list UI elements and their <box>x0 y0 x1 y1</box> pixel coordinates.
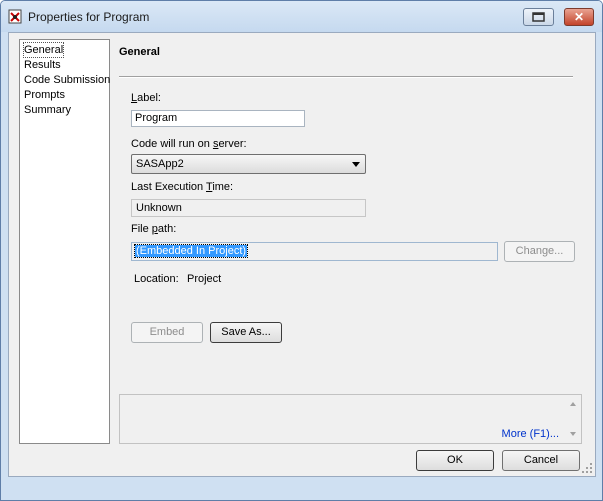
chevron-down-icon <box>352 162 360 167</box>
restore-icon <box>532 12 545 22</box>
sidebar-item-code-submission[interactable]: Code Submission <box>24 73 110 87</box>
location-label: Location: <box>134 273 179 285</box>
scroll-up-icon[interactable] <box>570 402 576 406</box>
sidebar-nav: General Results Code Submission Prompts … <box>19 39 110 444</box>
dialog-body: General Results Code Submission Prompts … <box>8 32 596 477</box>
server-select[interactable]: SASApp2 <box>131 154 366 174</box>
server-label: Code will run on server: <box>131 138 247 150</box>
change-button[interactable]: Change... <box>504 241 575 262</box>
properties-dialog: Properties for Program ✕ General Results… <box>0 0 603 501</box>
last-execution-value: Unknown <box>131 199 366 217</box>
file-path-field[interactable]: (Embedded In Project) <box>131 242 498 261</box>
sidebar-item-results[interactable]: Results <box>24 58 61 72</box>
window-title: Properties for Program <box>28 10 150 24</box>
cancel-button[interactable]: Cancel <box>502 450 580 471</box>
last-execution-label: Last Execution Time: <box>131 181 234 193</box>
scroll-down-icon[interactable] <box>570 432 576 436</box>
close-icon: ✕ <box>573 10 585 24</box>
restore-button[interactable] <box>523 8 554 26</box>
embed-button[interactable]: Embed <box>131 322 203 343</box>
label-input[interactable]: Program <box>131 110 305 127</box>
location-value: Project <box>187 273 222 285</box>
resize-grip-icon[interactable] <box>581 462 593 474</box>
ok-button[interactable]: OK <box>416 450 494 471</box>
label-field-label: Label: <box>131 92 161 104</box>
close-button[interactable]: ✕ <box>564 8 594 26</box>
sidebar-item-general[interactable]: General <box>22 42 65 58</box>
save-as-button[interactable]: Save As... <box>210 322 282 343</box>
heading-divider <box>119 76 573 78</box>
program-icon <box>8 9 22 24</box>
section-heading: General <box>119 46 160 58</box>
sidebar-item-summary[interactable]: Summary <box>24 103 71 117</box>
help-panel: More (F1)... <box>119 394 582 444</box>
title-bar[interactable]: Properties for Program ✕ <box>1 1 602 32</box>
more-help-link[interactable]: More (F1)... <box>502 428 559 440</box>
sidebar-item-prompts[interactable]: Prompts <box>24 88 65 102</box>
file-path-label: File path: <box>131 223 177 235</box>
